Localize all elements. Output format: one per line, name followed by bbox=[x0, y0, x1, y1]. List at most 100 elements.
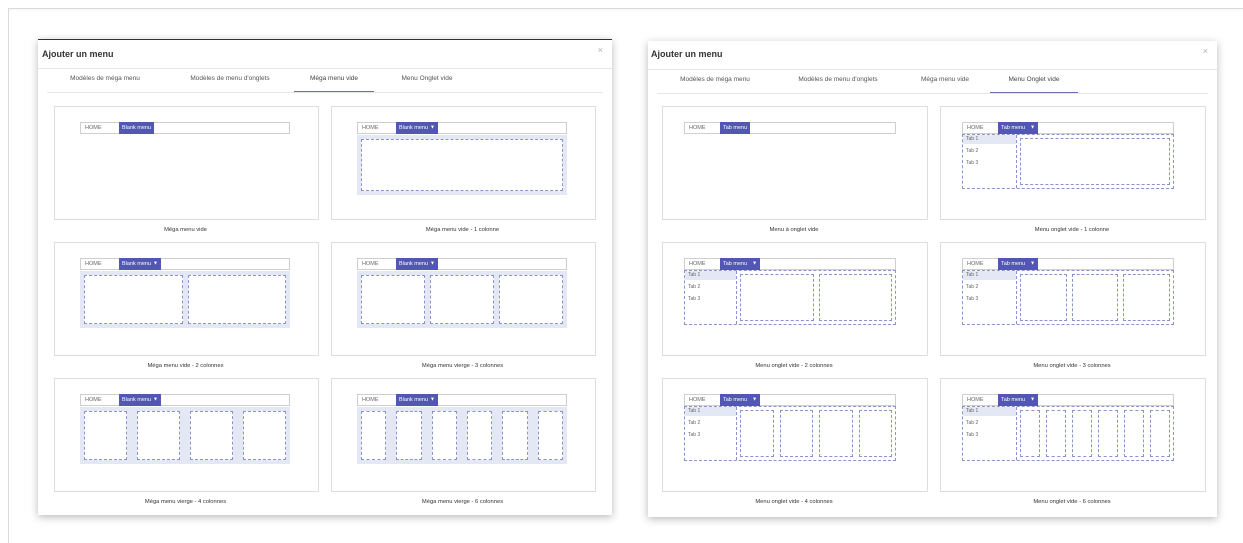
column-placeholder bbox=[1071, 274, 1119, 321]
tab-list-item: Tab 2 bbox=[688, 420, 701, 426]
tab-empty-tab-menu[interactable]: Menu Onglet vide bbox=[990, 69, 1078, 93]
tab-dropdown-preview: Tab 1 Tab 2 Tab 3 bbox=[684, 406, 896, 461]
template-card[interactable]: HOME Blank menu ▼ bbox=[331, 378, 596, 492]
column-placeholder bbox=[740, 410, 774, 457]
menu-item-label: Blank menu bbox=[122, 261, 152, 267]
menu-preview-bar: HOME Blank menu ▼ bbox=[357, 258, 567, 270]
column-placeholder bbox=[502, 411, 528, 460]
menu-item-pill: Tab menu ▼ bbox=[720, 258, 761, 270]
menu-preview-bar: HOME Blank menu ▼ bbox=[80, 258, 290, 270]
tab-list-item: Tab 3 bbox=[966, 296, 979, 302]
column-placeholder bbox=[1123, 274, 1170, 321]
menu-item-label: Tab menu bbox=[1001, 261, 1026, 267]
column-placeholder bbox=[84, 275, 183, 324]
template-card-label: Méga menu vierge - 3 colonnes bbox=[421, 363, 504, 369]
column-placeholder bbox=[1020, 274, 1067, 321]
template-card[interactable]: HOME Blank menu ▼ bbox=[54, 242, 319, 356]
menu-item-label: Tab menu bbox=[1001, 397, 1026, 403]
column-placeholder bbox=[137, 411, 180, 460]
tab-list: Tab 1 Tab 2 Tab 3 bbox=[685, 271, 737, 324]
menu-item-pill: Blank menu ▼ bbox=[396, 394, 438, 406]
template-card[interactable]: HOME Tab menu ▼ Tab 1 Tab 2 Tab 3 bbox=[940, 378, 1206, 492]
menu-preview-bar: HOME Tab menu ▼ bbox=[684, 258, 896, 270]
column-placeholder bbox=[740, 274, 814, 321]
column-placeholder bbox=[779, 410, 813, 457]
tab-list-item: Tab 3 bbox=[688, 432, 701, 438]
menu-item-label: Tab menu bbox=[723, 397, 748, 403]
column-placeholder bbox=[1020, 138, 1170, 185]
menu-preview-bar: HOME Tab menu ▼ bbox=[684, 394, 896, 406]
template-card-label: Menu onglet vide - 1 colonne bbox=[1034, 227, 1110, 233]
tab-list-item: Tab 1 bbox=[963, 271, 1016, 280]
tab-dropdown-preview: Tab 1 Tab 2 Tab 3 bbox=[962, 270, 1174, 325]
column-placeholder bbox=[361, 411, 387, 460]
add-menu-modal-tab: Ajouter un menu × Modèles de méga menu M… bbox=[648, 41, 1217, 517]
template-card[interactable]: HOME Tab menu ▼ Tab 1 Tab 2 Tab 3 bbox=[940, 106, 1206, 220]
menu-item-pill: Tab menu ▼ bbox=[720, 394, 761, 406]
template-card[interactable]: HOME Tab menu ▼ Tab 1 Tab 2 Tab 3 bbox=[940, 242, 1206, 356]
template-card[interactable]: HOME Tab menu ▼ Tab 1 Tab 2 Tab 3 bbox=[662, 242, 928, 356]
template-card[interactable]: HOME Tab menu bbox=[662, 106, 928, 220]
template-card[interactable]: HOME Blank menu ▼ bbox=[54, 378, 319, 492]
tab-dropdown-preview: Tab 1 Tab 2 Tab 3 bbox=[962, 134, 1174, 189]
tab-empty-mega-menu[interactable]: Méga menu vide bbox=[294, 68, 374, 92]
menu-item-pill: Blank menu ▼ bbox=[119, 258, 161, 270]
column-placeholder bbox=[361, 275, 425, 324]
menu-item-label: Tab menu bbox=[723, 261, 748, 267]
tab-tab-menu-templates[interactable]: Modèles de menu d'onglets bbox=[783, 69, 893, 92]
tab-list-item: Tab 2 bbox=[688, 284, 701, 290]
tab-list-item: Tab 2 bbox=[966, 284, 979, 290]
column-placeholder bbox=[187, 275, 286, 324]
chevron-down-icon: ▼ bbox=[1030, 124, 1036, 131]
close-icon[interactable]: × bbox=[1203, 46, 1208, 56]
template-card-label: Menu onglet vide - 4 colonnes bbox=[755, 499, 833, 505]
dropdown-preview bbox=[80, 407, 290, 464]
menu-item-label: Tab menu bbox=[723, 125, 748, 131]
close-icon[interactable]: × bbox=[598, 45, 603, 55]
template-card[interactable]: HOME Tab menu ▼ Tab 1 Tab 2 Tab 3 bbox=[662, 378, 928, 492]
dropdown-preview bbox=[357, 407, 567, 464]
tab-empty-tab-menu[interactable]: Menu Onglet vide bbox=[387, 68, 467, 91]
modal-header: Ajouter un menu × bbox=[38, 40, 612, 69]
tab-list-item: Tab 3 bbox=[966, 160, 979, 166]
template-card[interactable]: HOME Blank menu ▼ bbox=[331, 106, 596, 220]
menu-home-label: HOME bbox=[85, 397, 102, 403]
column-placeholder bbox=[243, 411, 286, 460]
tab-mega-menu-templates[interactable]: Modèles de méga menu bbox=[55, 68, 155, 91]
template-card-label: Menu onglet vide - 6 colonnes bbox=[1033, 499, 1111, 505]
template-card[interactable]: HOME Blank menu ▼ bbox=[331, 242, 596, 356]
menu-home-label: HOME bbox=[967, 125, 984, 131]
template-card-label: Méga menu vide - 2 colonnes bbox=[147, 363, 224, 369]
menu-item-label: Blank menu bbox=[122, 397, 152, 403]
chevron-down-icon: ▼ bbox=[752, 260, 758, 267]
tab-empty-mega-menu[interactable]: Méga menu vide bbox=[905, 69, 985, 92]
column-placeholder bbox=[818, 274, 892, 321]
menu-preview-bar: HOME Tab menu ▼ bbox=[962, 122, 1174, 134]
tab-list: Tab 1 Tab 2 Tab 3 bbox=[963, 271, 1017, 324]
template-card[interactable]: HOME Blank menu bbox=[54, 106, 319, 220]
column-placeholder bbox=[1072, 410, 1092, 457]
template-card-label: Menu onglet vide - 2 colonnes bbox=[755, 363, 833, 369]
menu-item-pill: Tab menu bbox=[720, 122, 751, 134]
chevron-down-icon: ▼ bbox=[153, 260, 158, 267]
menu-home-label: HOME bbox=[689, 397, 706, 403]
tab-list: Tab 1 Tab 2 Tab 3 bbox=[963, 135, 1017, 188]
menu-preview-bar: HOME Blank menu ▼ bbox=[357, 122, 567, 134]
modal-title: Ajouter un menu bbox=[42, 49, 114, 59]
tab-mega-menu-templates[interactable]: Modèles de méga menu bbox=[665, 69, 765, 92]
menu-preview-bar: HOME Tab menu ▼ bbox=[962, 394, 1174, 406]
chevron-down-icon: ▼ bbox=[430, 260, 435, 267]
tab-list-item: Tab 1 bbox=[685, 271, 736, 280]
menu-home-label: HOME bbox=[362, 125, 379, 131]
chevron-down-icon: ▼ bbox=[1030, 260, 1036, 267]
chevron-down-icon: ▼ bbox=[153, 396, 158, 403]
menu-home-label: HOME bbox=[689, 125, 706, 131]
tab-list-item: Tab 1 bbox=[685, 407, 736, 416]
tab-tab-menu-templates[interactable]: Modèles de menu d'onglets bbox=[175, 68, 285, 91]
template-card-label: Méga menu vide bbox=[164, 227, 207, 233]
column-placeholder bbox=[1098, 410, 1118, 457]
column-placeholder bbox=[537, 411, 563, 460]
column-placeholder bbox=[858, 410, 892, 457]
column-placeholder bbox=[361, 139, 563, 191]
menu-preview-bar: HOME Tab menu bbox=[684, 122, 896, 134]
